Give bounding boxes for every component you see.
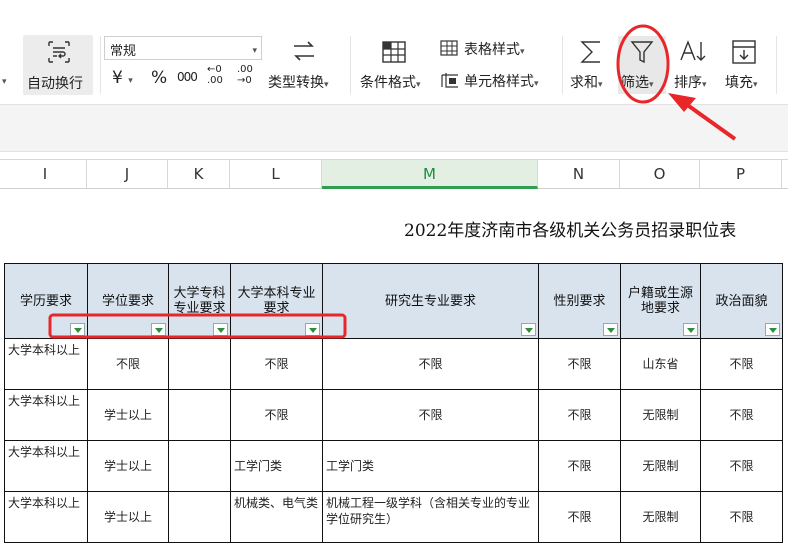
table-cell[interactable] (168, 338, 231, 390)
column-header-bar: I J K L M N O P (0, 159, 788, 189)
sort-icon (680, 40, 706, 61)
column-header-n[interactable]: N (538, 160, 620, 188)
table-cell[interactable] (168, 389, 231, 441)
filter-dropdown-icon[interactable] (521, 323, 536, 336)
column-header-o[interactable]: O (620, 160, 700, 188)
header-cell[interactable]: 研究生专业要求 (322, 263, 539, 339)
table-cell[interactable]: 大学本科以上 (4, 440, 88, 492)
column-header-k[interactable]: K (168, 160, 230, 188)
header-cell[interactable]: 学历要求 (4, 263, 88, 339)
grid-format-icon (382, 41, 406, 63)
table-cell[interactable]: 不限 (87, 338, 169, 390)
type-convert-button[interactable]: 类型转换▾ (268, 36, 340, 94)
cell-style-label: 单元格样式 (464, 74, 534, 90)
table-cell[interactable] (168, 440, 231, 492)
data-table: 学历要求 学位要求 大学专科专业要求 大学本科专业要求 研究生专业要求 性别要求… (4, 263, 783, 543)
table-style-label: 表格样式 (464, 42, 520, 58)
sort-button[interactable]: 排序▾ (672, 36, 720, 94)
column-header-i[interactable]: I (4, 160, 87, 188)
table-style-button[interactable]: 表格样式▾ (440, 38, 540, 60)
column-header-p[interactable]: P (700, 160, 782, 188)
filter-dropdown-icon[interactable] (765, 323, 780, 336)
table-row: 大学本科以上 学士以上 工学门类 工学门类 不限 无限制 不限 (4, 440, 783, 492)
filter-dropdown-icon[interactable] (603, 323, 618, 336)
table-row: 大学本科以上 学士以上 不限 不限 不限 无限制 不限 (4, 389, 783, 441)
wrap-text-button[interactable]: 自动换行 (23, 35, 93, 95)
thousands-button[interactable]: 000 (177, 70, 198, 84)
table-cell[interactable]: 不限 (700, 440, 783, 492)
fill-down-icon (732, 40, 756, 64)
filter-icon (630, 41, 654, 64)
sum-label: 求和 (570, 75, 598, 91)
header-cell[interactable]: 大学专科专业要求 (168, 263, 231, 339)
ribbon-left-caret[interactable]: ▾ (2, 72, 7, 88)
currency-button[interactable]: ¥ ▾ (112, 68, 133, 88)
table-cell[interactable]: 无限制 (620, 440, 701, 492)
ribbon-toolbar: ▾ 自动换行 常规 ▾ ¥ ▾ % 000 ←0 .00 .00 →0 类型转换… (0, 0, 788, 104)
wrap-text-icon (48, 41, 70, 63)
type-convert-label: 类型转换 (268, 75, 324, 91)
formula-bar-area (0, 104, 788, 152)
table-cell[interactable]: 大学本科以上 (4, 389, 88, 441)
table-style-icon (440, 40, 458, 56)
sigma-icon (580, 41, 600, 63)
table-cell[interactable]: 无限制 (620, 389, 701, 441)
filter-dropdown-icon[interactable] (213, 323, 228, 336)
table-cell[interactable]: 不限 (230, 389, 323, 441)
filter-dropdown-icon[interactable] (151, 323, 166, 336)
sum-button[interactable]: 求和▾ (568, 36, 616, 94)
header-cell[interactable]: 学位要求 (87, 263, 169, 339)
table-cell[interactable]: 不限 (322, 389, 539, 441)
table-cell[interactable]: 工学门类 (230, 440, 323, 492)
wrap-text-label: 自动换行 (27, 76, 83, 92)
header-cell[interactable]: 政治面貌 (700, 263, 783, 339)
chevron-down-icon: ▾ (252, 46, 257, 56)
table-cell[interactable]: 不限 (230, 338, 323, 390)
fill-label: 填充 (725, 75, 753, 91)
table-cell[interactable]: 大学本科以上 (4, 338, 88, 390)
column-header-m[interactable]: M (322, 160, 538, 189)
column-header-j[interactable]: J (87, 160, 168, 188)
column-header-l[interactable]: L (230, 160, 322, 188)
filter-label: 筛选 (621, 75, 649, 91)
table-cell[interactable]: 山东省 (620, 338, 701, 390)
ribbon-divider (776, 36, 777, 94)
filter-dropdown-icon[interactable] (305, 323, 320, 336)
cell-style-icon (441, 73, 458, 88)
table-cell[interactable]: 不限 (538, 389, 621, 441)
table-cell[interactable]: 学士以上 (87, 440, 169, 492)
decrease-decimal-button[interactable]: .00 →0 (237, 64, 259, 86)
conditional-format-label: 条件格式 (360, 75, 416, 91)
number-format-value: 常规 (110, 44, 137, 59)
table-cell[interactable]: 工学门类 (322, 440, 539, 492)
table-cell[interactable]: 学士以上 (87, 389, 169, 441)
filter-button[interactable]: 筛选▾ (618, 36, 666, 94)
header-cell[interactable]: 大学本科专业要求 (230, 263, 323, 339)
table-cell[interactable]: 不限 (322, 338, 539, 390)
increase-decimal-button[interactable]: ←0 .00 (207, 64, 229, 86)
table-cell[interactable]: 不限 (700, 338, 783, 390)
table-cell[interactable]: 不限 (700, 389, 783, 441)
sort-label: 排序 (674, 75, 702, 91)
ribbon-divider (350, 36, 351, 94)
ribbon-divider (562, 36, 563, 94)
filter-dropdown-icon[interactable] (70, 323, 85, 336)
header-cell[interactable]: 户籍或生源地要求 (620, 263, 701, 339)
fill-button[interactable]: 填充▾ (722, 36, 772, 94)
conditional-format-button[interactable]: 条件格式▾ (360, 36, 432, 94)
table-row: 大学本科以上 不限 不限 不限 不限 山东省 不限 (4, 338, 783, 390)
table-cell[interactable]: 不限 (538, 338, 621, 390)
ribbon-divider (100, 36, 101, 94)
percent-button[interactable]: % (151, 68, 167, 88)
header-cell[interactable]: 性别要求 (538, 263, 621, 339)
convert-icon (294, 41, 314, 61)
currency-symbol: ¥ (112, 68, 123, 88)
number-format-select[interactable]: 常规 ▾ (104, 36, 262, 60)
header-row: 学历要求 学位要求 大学专科专业要求 大学本科专业要求 研究生专业要求 性别要求… (4, 263, 783, 339)
cell-style-button[interactable]: 单元格样式▾ (440, 70, 555, 92)
table-cell[interactable]: 不限 (538, 440, 621, 492)
sheet-title: 2022年度济南市各级机关公务员招录职位表 (404, 221, 737, 241)
filter-dropdown-icon[interactable] (683, 323, 698, 336)
